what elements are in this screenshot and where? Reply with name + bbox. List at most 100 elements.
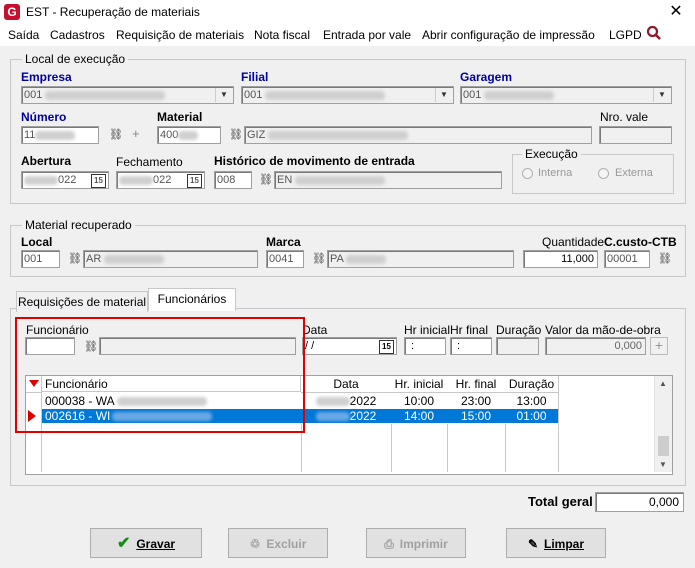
abertura-label: Abertura xyxy=(21,154,72,168)
gravar-label: Gravar xyxy=(136,537,176,551)
data-date-field[interactable]: / / 15 xyxy=(302,337,397,355)
material-code-value: 400 xyxy=(160,129,179,141)
menu-lgpd[interactable]: LGPD xyxy=(609,28,642,42)
plus-icon[interactable]: + xyxy=(132,126,140,141)
quantidade-field[interactable]: 11,000 xyxy=(523,250,598,268)
fechamento-date-field[interactable]: 022 15 xyxy=(116,171,205,189)
menu-abrir-configuracao-impressao[interactable]: Abrir configuração de impressão xyxy=(422,28,595,42)
menu-saida[interactable]: Saída xyxy=(8,28,39,42)
add-funcionario-button[interactable]: + xyxy=(650,337,668,355)
marca-code-field[interactable]: 0041 xyxy=(266,250,304,268)
menu-entrada-por-vale[interactable]: Entrada por vale xyxy=(323,28,411,42)
chevron-down-icon[interactable]: ▼ xyxy=(435,88,452,102)
local-desc-field: AR xyxy=(83,250,258,268)
empresa-combo[interactable]: 001 ▼ xyxy=(21,86,234,104)
row-indicator-header xyxy=(26,376,42,393)
historico-code-value: 008 xyxy=(217,174,236,186)
interna-radio[interactable] xyxy=(522,168,533,179)
cell-hr-final: 15:00 xyxy=(460,409,492,423)
local-code-field[interactable]: 001 xyxy=(21,250,60,268)
tab-funcionarios[interactable]: Funcionários xyxy=(148,288,236,311)
duracao-label: Duração xyxy=(496,323,542,337)
numero-label: Número xyxy=(21,110,67,124)
excluir-button[interactable]: ♲ Excluir xyxy=(228,528,328,558)
gravar-button[interactable]: ✔ Gravar xyxy=(90,528,202,558)
valor-mao-de-obra-value: 0,000 xyxy=(614,340,642,352)
cell-hr-inicial: 14:00 xyxy=(403,409,435,423)
calendar-icon[interactable]: 15 xyxy=(187,174,202,188)
cell-duracao: 13:00 xyxy=(516,394,547,408)
imprimir-button[interactable]: ⎙ Imprimir xyxy=(366,528,466,558)
nro-vale-field xyxy=(599,126,672,144)
filial-combo[interactable]: 001 ▼ xyxy=(241,86,454,104)
window-title: EST - Recuperação de materiais xyxy=(26,5,200,19)
total-geral-label: Total geral xyxy=(528,494,593,509)
current-row-indicator-icon xyxy=(27,410,37,425)
material-desc-field: GIZ xyxy=(244,126,592,144)
interna-label: Interna xyxy=(538,167,573,179)
tab-requisicoes-material[interactable]: Requisições de material xyxy=(16,291,148,312)
externa-radio[interactable] xyxy=(598,168,609,179)
funcionarios-grid[interactable]: Funcionário Data Hr. inicial Hr. final D… xyxy=(25,375,673,475)
menu-cadastros[interactable]: Cadastros xyxy=(50,28,105,42)
title-bar: G EST - Recuperação de materiais ✕ xyxy=(0,0,695,25)
funcionario-desc-field xyxy=(99,337,296,355)
scroll-up-icon[interactable]: ▲ xyxy=(659,379,667,388)
menu-requisicao-de-materiais[interactable]: Requisição de materiais xyxy=(116,28,244,42)
cell-hr-final: 23:00 xyxy=(460,394,492,408)
chevron-down-icon[interactable]: ▼ xyxy=(653,88,670,102)
hr-inicial-field[interactable]: : xyxy=(404,337,446,355)
header-funcionario[interactable]: Funcionário xyxy=(42,376,301,392)
vertical-scrollbar[interactable]: ▲ ▼ xyxy=(654,376,672,472)
hr-final-label: Hr final xyxy=(450,323,489,337)
abertura-date-field[interactable]: 022 15 xyxy=(21,171,109,189)
binoculars-icon[interactable]: ⛓ xyxy=(312,252,326,265)
header-data[interactable]: Data xyxy=(301,376,392,393)
scrollbar-thumb[interactable] xyxy=(658,436,669,456)
limpar-button[interactable]: ✎ Limpar xyxy=(506,528,606,558)
menu-nota-fiscal[interactable]: Nota fiscal xyxy=(254,28,310,42)
garagem-combo[interactable]: 001 ▼ xyxy=(460,86,672,104)
hr-inicial-label: Hr inicial xyxy=(404,323,451,337)
header-hr-final[interactable]: Hr. final xyxy=(447,376,506,393)
binoculars-icon[interactable]: ⛓ xyxy=(109,128,123,141)
binoculars-icon[interactable]: ⛓ xyxy=(84,340,98,353)
total-geral-field: 0,000 xyxy=(595,492,684,512)
binoculars-icon[interactable]: ⛓ xyxy=(229,128,243,141)
funcionario-label: Funcionário xyxy=(26,323,89,337)
search-icon[interactable] xyxy=(646,25,662,44)
close-icon[interactable]: ✕ xyxy=(661,0,691,24)
historico-desc-field: EN xyxy=(274,171,502,189)
fechamento-label: Fechamento xyxy=(116,155,183,169)
binoculars-icon[interactable]: ⛓ xyxy=(68,252,82,265)
filial-label: Filial xyxy=(241,70,269,84)
filial-value: 001 xyxy=(244,89,263,101)
broom-icon: ✎ xyxy=(527,537,539,551)
table-row[interactable]: 000038 - WA 2022 10:00 23:00 13:00 xyxy=(26,394,558,408)
header-hr-inicial[interactable]: Hr. inicial xyxy=(391,376,448,393)
binoculars-icon[interactable]: ⛓ xyxy=(658,252,672,265)
numero-field[interactable]: 11 xyxy=(21,126,99,144)
binoculars-icon[interactable]: ⛓ xyxy=(259,173,273,186)
marca-desc-value: PA xyxy=(330,253,344,265)
calendar-icon[interactable]: 15 xyxy=(91,174,106,188)
material-code-field[interactable]: 400 xyxy=(157,126,221,144)
local-execucao-legend: Local de execução xyxy=(22,52,129,66)
valor-mao-de-obra-label: Valor da mão-de-obra xyxy=(545,323,661,337)
ccusto-value: 00001 xyxy=(607,253,638,265)
hr-inicial-value: : xyxy=(411,340,415,352)
hr-final-field[interactable]: : xyxy=(450,337,492,355)
historico-label: Histórico de movimento de entrada xyxy=(214,154,415,168)
table-row[interactable]: 002616 - WI 2022 14:00 15:00 01:00 xyxy=(42,409,558,423)
chevron-down-icon[interactable]: ▼ xyxy=(215,88,232,102)
empresa-label: Empresa xyxy=(21,70,72,84)
ccusto-field[interactable]: 00001 xyxy=(604,250,650,268)
ccusto-label: C.custo-CTB xyxy=(604,235,677,249)
historico-code-field[interactable]: 008 xyxy=(214,171,252,189)
limpar-label: Limpar xyxy=(544,537,585,551)
scroll-down-icon[interactable]: ▼ xyxy=(659,460,667,469)
funcionario-code-field[interactable] xyxy=(25,337,75,355)
imprimir-label: Imprimir xyxy=(399,537,448,551)
header-duracao[interactable]: Duração xyxy=(505,376,559,393)
calendar-icon[interactable]: 15 xyxy=(379,340,394,354)
